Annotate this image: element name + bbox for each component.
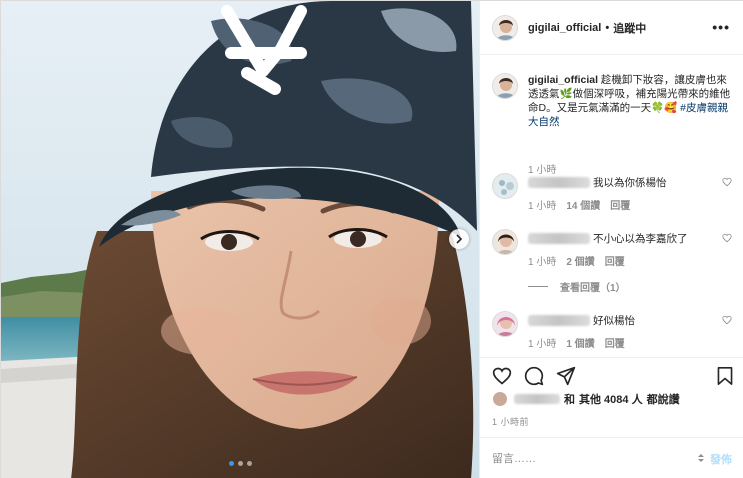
carousel-next-button[interactable]	[449, 229, 469, 249]
liker-avatar[interactable]	[492, 391, 508, 407]
post-side-panel: gigilai_official • 追蹤中 ••• gigilai_offic…	[479, 1, 743, 478]
comment-text: 不小心以為李嘉欣了	[593, 233, 688, 245]
post-header: gigilai_official • 追蹤中 •••	[480, 1, 743, 55]
comment-time[interactable]: 1 小時	[528, 197, 556, 212]
avatar-image	[493, 312, 517, 336]
heart-icon[interactable]	[722, 233, 732, 243]
comment-line: 不小心以為李嘉欣了	[528, 231, 688, 246]
likes-others[interactable]: 其他 4084 人	[579, 391, 643, 407]
likes-connector: 和	[564, 394, 575, 406]
commenter-username-blurred[interactable]	[528, 177, 590, 188]
comment-line: 好似楊怡	[528, 313, 635, 328]
caption-avatar[interactable]	[492, 73, 518, 99]
post-comment-button[interactable]: 發佈	[710, 451, 732, 467]
comment-meta: 1 小時 2 個讚 回覆	[528, 253, 625, 268]
comment-time[interactable]: 1 小時	[528, 253, 556, 268]
selfie-image	[1, 1, 479, 478]
post-photo[interactable]	[1, 1, 479, 478]
commenter-avatar[interactable]	[492, 311, 518, 337]
commenter-username-blurred[interactable]	[528, 233, 590, 244]
chevron-right-icon	[456, 234, 463, 244]
heart-icon[interactable]	[722, 177, 732, 187]
comment-input[interactable]	[492, 452, 704, 465]
comment-text: 我以為你係楊怡	[593, 177, 667, 189]
heart-icon[interactable]	[722, 315, 732, 325]
carousel-dot	[228, 461, 234, 466]
commenter-avatar[interactable]	[492, 229, 518, 255]
reply-button[interactable]: 回覆	[605, 253, 625, 268]
view-replies-label: 查看回覆（1）	[560, 283, 626, 294]
reply-button[interactable]: 回覆	[605, 335, 625, 350]
following-button[interactable]: 追蹤中	[613, 20, 646, 36]
likes-suffix: 都說讚	[646, 394, 680, 406]
comment-text: 好似楊怡	[593, 315, 635, 327]
caption-username[interactable]: gigilai_official	[528, 74, 598, 86]
reply-button[interactable]: 回覆	[610, 197, 630, 212]
comment-composer: 發佈	[480, 437, 743, 478]
stepper-icon[interactable]	[695, 452, 707, 464]
comment-meta: 1 小時 1 個讚 回覆	[528, 335, 625, 350]
liker-username-blurred[interactable]	[514, 394, 560, 404]
comment-likes[interactable]: 1 個讚	[566, 335, 594, 350]
more-options-button[interactable]: •••	[712, 19, 730, 35]
comment-time[interactable]: 1 小時	[528, 335, 556, 350]
view-replies-rule	[528, 286, 548, 287]
author-avatar[interactable]	[492, 14, 518, 41]
instagram-post-window: gigilai_official • 追蹤中 ••• gigilai_offic…	[0, 0, 743, 478]
comment-likes[interactable]: 14 個讚	[566, 197, 600, 212]
bookmark-icon[interactable]	[716, 366, 734, 386]
heart-icon[interactable]	[492, 366, 512, 386]
commenter-avatar[interactable]	[492, 173, 518, 199]
comment-icon[interactable]	[524, 366, 544, 386]
comment-item: 好似楊怡 1 小時 1 個讚 回覆	[492, 311, 732, 357]
comment-item: 不小心以為李嘉欣了 1 小時 2 個讚 回覆	[492, 229, 732, 275]
view-replies-button[interactable]: 查看回覆（1）	[528, 279, 626, 294]
share-icon[interactable]	[556, 366, 576, 386]
avatar-image	[493, 74, 517, 98]
commenter-username-blurred[interactable]	[528, 315, 590, 326]
carousel-dot	[237, 461, 243, 466]
comment-meta: 1 小時 14 個讚 回覆	[528, 197, 630, 212]
comments-list[interactable]: gigilai_official 趁機卸下妝容，讓皮膚也來透透氣🌿做個深呼吸，補…	[480, 55, 743, 357]
avatar-image	[493, 15, 517, 40]
author-username[interactable]: gigilai_official	[528, 22, 601, 34]
header-separator: •	[605, 21, 610, 34]
comment-line: 我以為你係楊怡	[528, 175, 667, 190]
likes-summary: 和 其他 4084 人 都說讚	[492, 391, 684, 407]
action-bar	[480, 357, 743, 391]
carousel-dot	[246, 461, 252, 466]
comment-likes[interactable]: 2 個讚	[566, 253, 594, 268]
avatar-image	[493, 230, 517, 254]
post-timestamp[interactable]: 1 小時前	[492, 415, 529, 428]
carousel-indicator	[1, 461, 479, 466]
comment-item: 我以為你係楊怡 1 小時 14 個讚 回覆	[492, 173, 732, 219]
caption-text: gigilai_official 趁機卸下妝容，讓皮膚也來透透氣🌿做個深呼吸，補…	[528, 73, 732, 129]
avatar-image	[493, 174, 517, 198]
